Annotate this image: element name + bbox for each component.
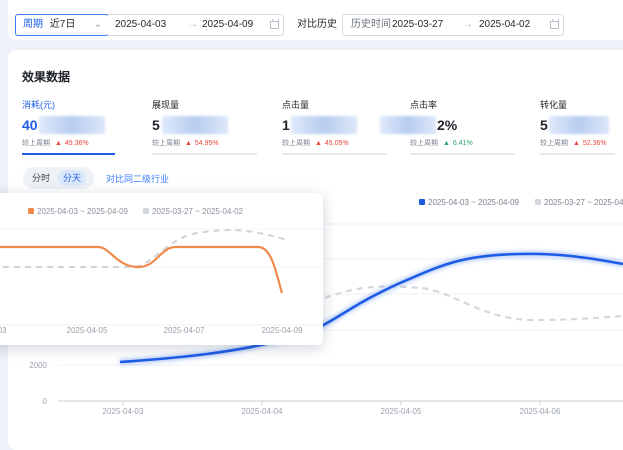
tooltip-mini-chart: 03 2025-04-05 2025-04-07 2025-04-09 bbox=[0, 228, 323, 335]
tooltip-series-current bbox=[0, 245, 284, 294]
series-compare-line bbox=[324, 285, 623, 322]
tooltip-series-compare bbox=[0, 229, 288, 268]
x-tick-label: 2025-04-03 bbox=[103, 407, 144, 416]
tooltip-x-tick: 2025-04-09 bbox=[262, 326, 303, 335]
x-tick-label: 2025-04-05 bbox=[381, 407, 422, 416]
chart-tooltip: 2025-04-03 ~ 2025-04-09 2025-03-27 ~ 202… bbox=[0, 193, 323, 345]
y-tick-label: 2000 bbox=[29, 361, 47, 370]
tooltip-x-tick: 2025-04-07 bbox=[164, 326, 205, 335]
x-tick-label: 2025-04-04 bbox=[242, 407, 283, 416]
x-tick-label: 2025-04-06 bbox=[520, 407, 561, 416]
y-tick-label: 0 bbox=[43, 397, 48, 406]
tooltip-x-tick: 2025-04-05 bbox=[67, 326, 108, 335]
tooltip-x-tick: 03 bbox=[0, 326, 7, 335]
